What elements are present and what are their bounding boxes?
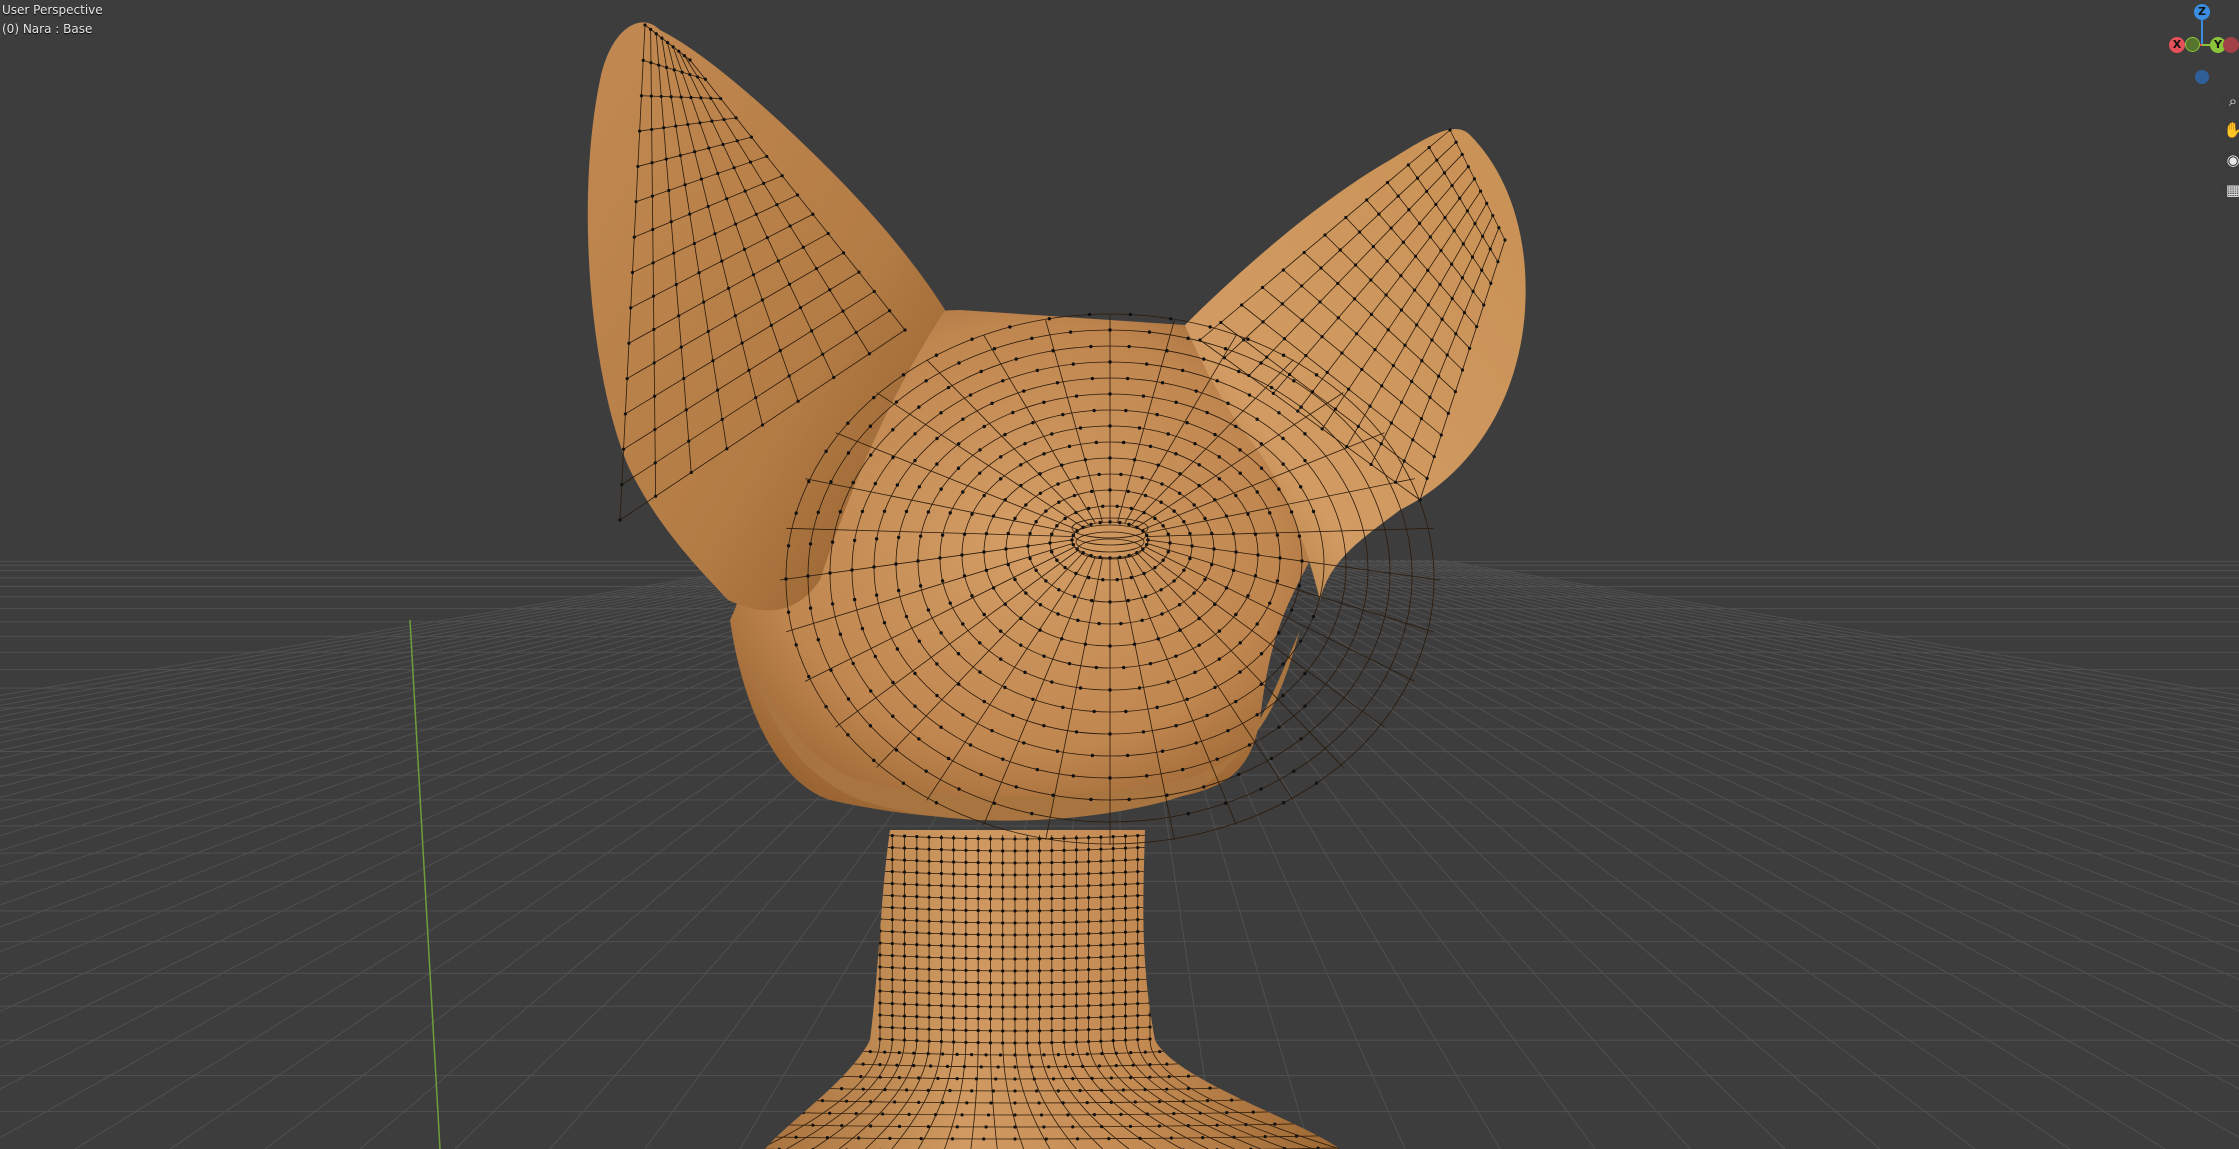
gizmo-neg-x-axis[interactable] xyxy=(2223,37,2239,53)
viewport-canvas[interactable] xyxy=(0,0,2239,1149)
hand-icon[interactable]: ✋ xyxy=(2220,117,2239,143)
camera-icon[interactable]: ◉ xyxy=(2220,147,2239,173)
zoom-icon[interactable]: ⌕ xyxy=(2220,88,2239,114)
gizmo-neg-y-axis[interactable] xyxy=(2185,37,2200,52)
head-mesh xyxy=(587,22,1526,845)
neck-mesh xyxy=(765,830,1340,1149)
gizmo-z-axis[interactable]: Z xyxy=(2194,4,2210,20)
object-info-label: (0) Nara : Base xyxy=(2,22,93,36)
gizmo-x-axis[interactable]: X xyxy=(2169,37,2185,53)
view-name-label: User Perspective xyxy=(2,3,103,17)
3d-viewport[interactable]: User Perspective (0) Nara : Base Z X Y ⌕… xyxy=(0,0,2239,1149)
navigation-gizmo[interactable]: Z X Y xyxy=(2160,0,2239,90)
gizmo-neg-z-axis[interactable] xyxy=(2195,70,2209,84)
grid-icon[interactable]: ▦ xyxy=(2220,177,2239,203)
